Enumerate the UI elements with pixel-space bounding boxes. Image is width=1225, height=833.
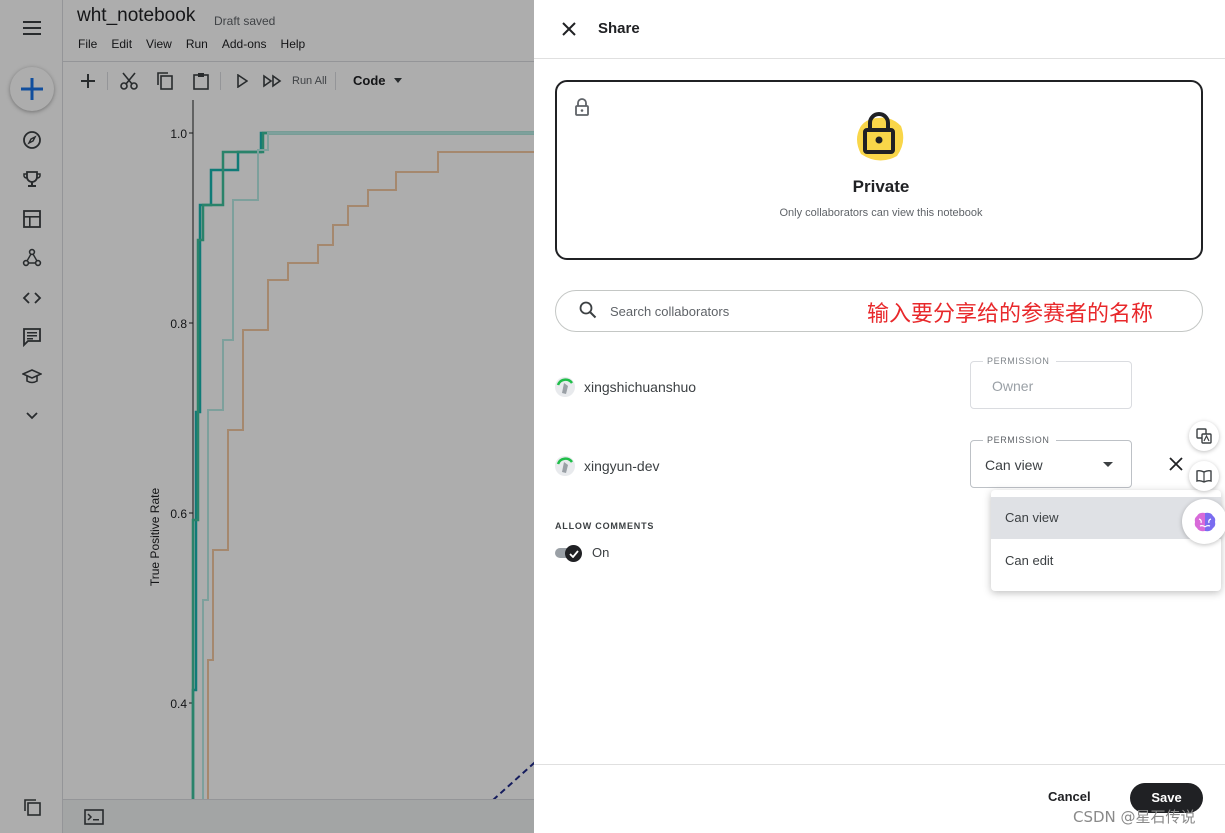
share-panel: Share Private Only collaborators can vie… xyxy=(534,0,1225,833)
code-icon[interactable] xyxy=(12,282,52,314)
privacy-card[interactable]: Private Only collaborators can view this… xyxy=(555,80,1203,260)
search-icon xyxy=(579,301,597,324)
private-lock-icon xyxy=(851,104,907,169)
models-icon[interactable] xyxy=(12,242,52,274)
option-can-edit[interactable]: Can edit xyxy=(991,540,1221,582)
cut-icon[interactable] xyxy=(119,71,139,91)
caret-down-icon xyxy=(393,78,402,83)
menu-file[interactable]: File xyxy=(78,37,97,51)
divider xyxy=(534,764,1225,765)
notebook-toolbar: Run All Code xyxy=(63,62,543,100)
search-input[interactable] xyxy=(610,301,860,321)
paste-icon[interactable] xyxy=(192,71,210,91)
avatar xyxy=(555,456,575,476)
menu-add-ons[interactable]: Add-ons xyxy=(222,37,267,51)
menu-edit[interactable]: Edit xyxy=(111,37,132,51)
create-button[interactable] xyxy=(10,67,54,111)
permission-select[interactable]: PERMISSION Can view xyxy=(970,435,1132,488)
run-all-label[interactable]: Run All xyxy=(292,75,327,87)
privacy-subtitle: Only collaborators can view this noteboo… xyxy=(779,207,983,219)
copy-icon[interactable] xyxy=(12,791,52,823)
table-icon[interactable] xyxy=(12,203,52,235)
learn-icon[interactable] xyxy=(12,361,52,393)
menu-help[interactable]: Help xyxy=(281,37,306,51)
console-bar xyxy=(63,799,543,833)
add-cell-icon[interactable] xyxy=(80,71,96,91)
y-tick-label: 0.4 xyxy=(170,697,187,711)
permission-label: PERMISSION xyxy=(983,356,1056,366)
brain-icon[interactable] xyxy=(1182,499,1225,544)
y-tick-label: 0.8 xyxy=(170,317,187,331)
allow-comments-label: ALLOW COMMENTS xyxy=(555,521,655,531)
cell-type-value: Code xyxy=(353,73,386,88)
allow-comments-toggle[interactable] xyxy=(555,545,583,562)
translate-icon[interactable] xyxy=(1189,421,1219,451)
allow-comments-state: On xyxy=(592,545,610,560)
menu-run[interactable]: Run xyxy=(186,37,208,51)
caret-down-icon xyxy=(1103,462,1113,467)
roc-plot: True Positive Rate 1.0 0.8 0.6 0.4 xyxy=(148,100,543,800)
permission-menu: Can view Can edit xyxy=(991,490,1221,591)
privacy-title: Private xyxy=(852,177,910,196)
notebook-title[interactable]: wht_notebook xyxy=(77,5,195,27)
copy-cell-icon[interactable] xyxy=(156,71,174,91)
roc-curve xyxy=(191,131,543,800)
trophy-icon[interactable] xyxy=(12,163,52,195)
cancel-button[interactable]: Cancel xyxy=(1048,789,1091,804)
discussion-icon[interactable] xyxy=(12,321,52,353)
menu-icon[interactable] xyxy=(12,12,52,44)
roc-curve xyxy=(191,131,543,800)
compass-icon[interactable] xyxy=(12,124,52,156)
draft-status: Draft saved xyxy=(214,14,276,28)
annotation-text: 输入要分享给的参赛者的名称 xyxy=(867,302,1154,327)
roc-curve xyxy=(207,151,543,800)
create-icon xyxy=(21,78,43,100)
share-title: Share xyxy=(598,20,640,37)
y-tick-label: 0.6 xyxy=(170,507,187,521)
cell-type-select[interactable]: Code xyxy=(353,73,402,88)
remove-collaborator-icon[interactable] xyxy=(1167,455,1185,473)
roc-curve xyxy=(202,132,543,800)
permission-value: Owner xyxy=(992,378,1034,394)
book-icon[interactable] xyxy=(1189,461,1219,491)
run-all-icon[interactable] xyxy=(263,71,283,91)
collaborator-search[interactable]: 输入要分享给的参赛者的名称 xyxy=(555,290,1203,332)
chevron-down-icon[interactable] xyxy=(12,400,52,432)
terminal-icon[interactable] xyxy=(84,809,104,830)
watermark: CSDN @星石传说 xyxy=(1073,808,1196,826)
lock-icon xyxy=(574,98,590,121)
y-axis-label: True Positive Rate xyxy=(148,488,162,587)
menu-bar: File Edit View Run Add-ons Help xyxy=(78,37,319,51)
avatar xyxy=(555,377,575,397)
menu-view[interactable]: View xyxy=(146,37,172,51)
left-rail xyxy=(0,0,63,833)
divider xyxy=(220,72,221,90)
permission-value: Can view xyxy=(985,457,1043,473)
share-header: Share xyxy=(534,0,1225,59)
divider xyxy=(107,72,108,90)
permission-owner: PERMISSION Owner xyxy=(970,356,1132,409)
divider xyxy=(335,72,336,90)
y-tick-label: 1.0 xyxy=(170,127,187,141)
permission-label: PERMISSION xyxy=(983,435,1056,445)
collaborator-name: xingshichuanshuo xyxy=(584,379,697,395)
check-icon xyxy=(565,545,582,562)
run-cell-icon[interactable] xyxy=(236,71,248,91)
close-icon[interactable] xyxy=(558,18,580,40)
collaborator-name: xingyun-dev xyxy=(584,458,660,474)
